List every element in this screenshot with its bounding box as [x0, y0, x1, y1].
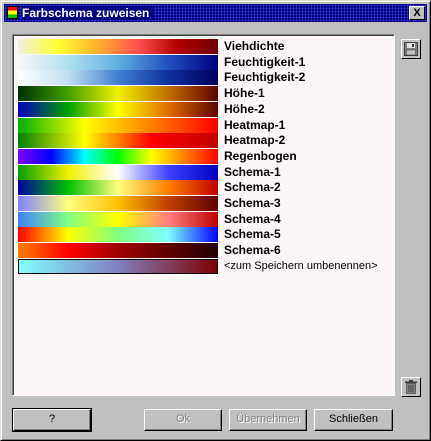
apply-button[interactable]: Übernehmen [229, 409, 307, 431]
color-gradient-swatch [18, 39, 218, 54]
color-gradient-swatch [18, 211, 218, 227]
save-button[interactable] [401, 39, 421, 59]
delete-button[interactable] [401, 377, 421, 397]
scheme-label: Schema-4 [224, 211, 281, 226]
list-item[interactable]: Feuchtigkeit-1 [18, 54, 388, 70]
color-gradient-swatch [18, 258, 218, 274]
close-dialog-button[interactable]: Schließen [314, 409, 393, 431]
color-gradient-swatch [18, 101, 218, 117]
list-item[interactable]: Schema-3 [18, 196, 388, 211]
list-item[interactable]: Höhe-1 [18, 86, 388, 102]
scheme-label: Feuchtigkeit-1 [224, 54, 306, 69]
color-gradient-swatch [18, 180, 218, 196]
scheme-label: Höhe-1 [224, 86, 265, 101]
list-item[interactable]: Schema-6 [18, 243, 388, 259]
scheme-list[interactable]: Viehdichte Feuchtigkeit-1 Feuchtigkeit-2 Hö… [12, 34, 395, 396]
help-button[interactable]: ? [12, 408, 92, 432]
color-gradient-swatch [18, 117, 218, 133]
scheme-label: Schema-2 [224, 180, 281, 195]
list-item[interactable]: Viehdichte [18, 39, 388, 54]
list-item[interactable]: Schema-2 [18, 180, 388, 196]
color-gradient-swatch [18, 54, 218, 70]
scheme-label: Schema-6 [224, 243, 281, 258]
list-item[interactable]: Schema-4 [18, 211, 388, 227]
scheme-label: Viehdichte [224, 39, 285, 53]
title-bar[interactable]: Farbschema zuweisen X [4, 4, 427, 22]
window-title: Farbschema zuweisen [22, 6, 154, 20]
palette-icon [7, 6, 18, 19]
color-gradient-swatch [18, 86, 218, 102]
list-item[interactable]: Regenbogen [18, 148, 388, 164]
list-item[interactable]: Höhe-2 [18, 101, 388, 117]
color-gradient-swatch [18, 133, 218, 149]
scheme-label: Feuchtigkeit-2 [224, 70, 306, 85]
scheme-label: Höhe-2 [224, 101, 265, 116]
list-item[interactable]: Schema-5 [18, 227, 388, 243]
list-item[interactable]: Heatmap-1 [18, 117, 388, 133]
scheme-label: Heatmap-1 [224, 117, 286, 132]
scheme-label: Schema-5 [224, 227, 281, 242]
scheme-label: Schema-3 [224, 196, 281, 210]
list-item[interactable]: Schema-1 [18, 164, 388, 180]
list-item[interactable]: Heatmap-2 [18, 133, 388, 149]
scheme-label: <zum Speichern umbenennen> [224, 259, 378, 272]
scheme-label: Regenbogen [224, 148, 297, 163]
color-gradient-swatch [18, 196, 218, 211]
close-button[interactable]: X [409, 6, 425, 20]
color-gradient-swatch [18, 164, 218, 180]
list-item[interactable]: <zum Speichern umbenennen> [18, 258, 388, 274]
trash-icon [405, 380, 417, 394]
scheme-label: Heatmap-2 [224, 133, 286, 148]
scheme-label: Schema-1 [224, 164, 281, 179]
color-gradient-swatch [18, 243, 218, 259]
color-scheme-dialog: Farbschema zuweisen X Viehdichte Feuchtig… [0, 0, 431, 441]
list-item[interactable]: Feuchtigkeit-2 [18, 70, 388, 86]
color-gradient-swatch [18, 227, 218, 243]
color-gradient-swatch [18, 70, 218, 86]
save-icon [404, 42, 418, 56]
color-gradient-swatch [18, 148, 218, 164]
ok-button[interactable]: Ok [144, 409, 222, 431]
